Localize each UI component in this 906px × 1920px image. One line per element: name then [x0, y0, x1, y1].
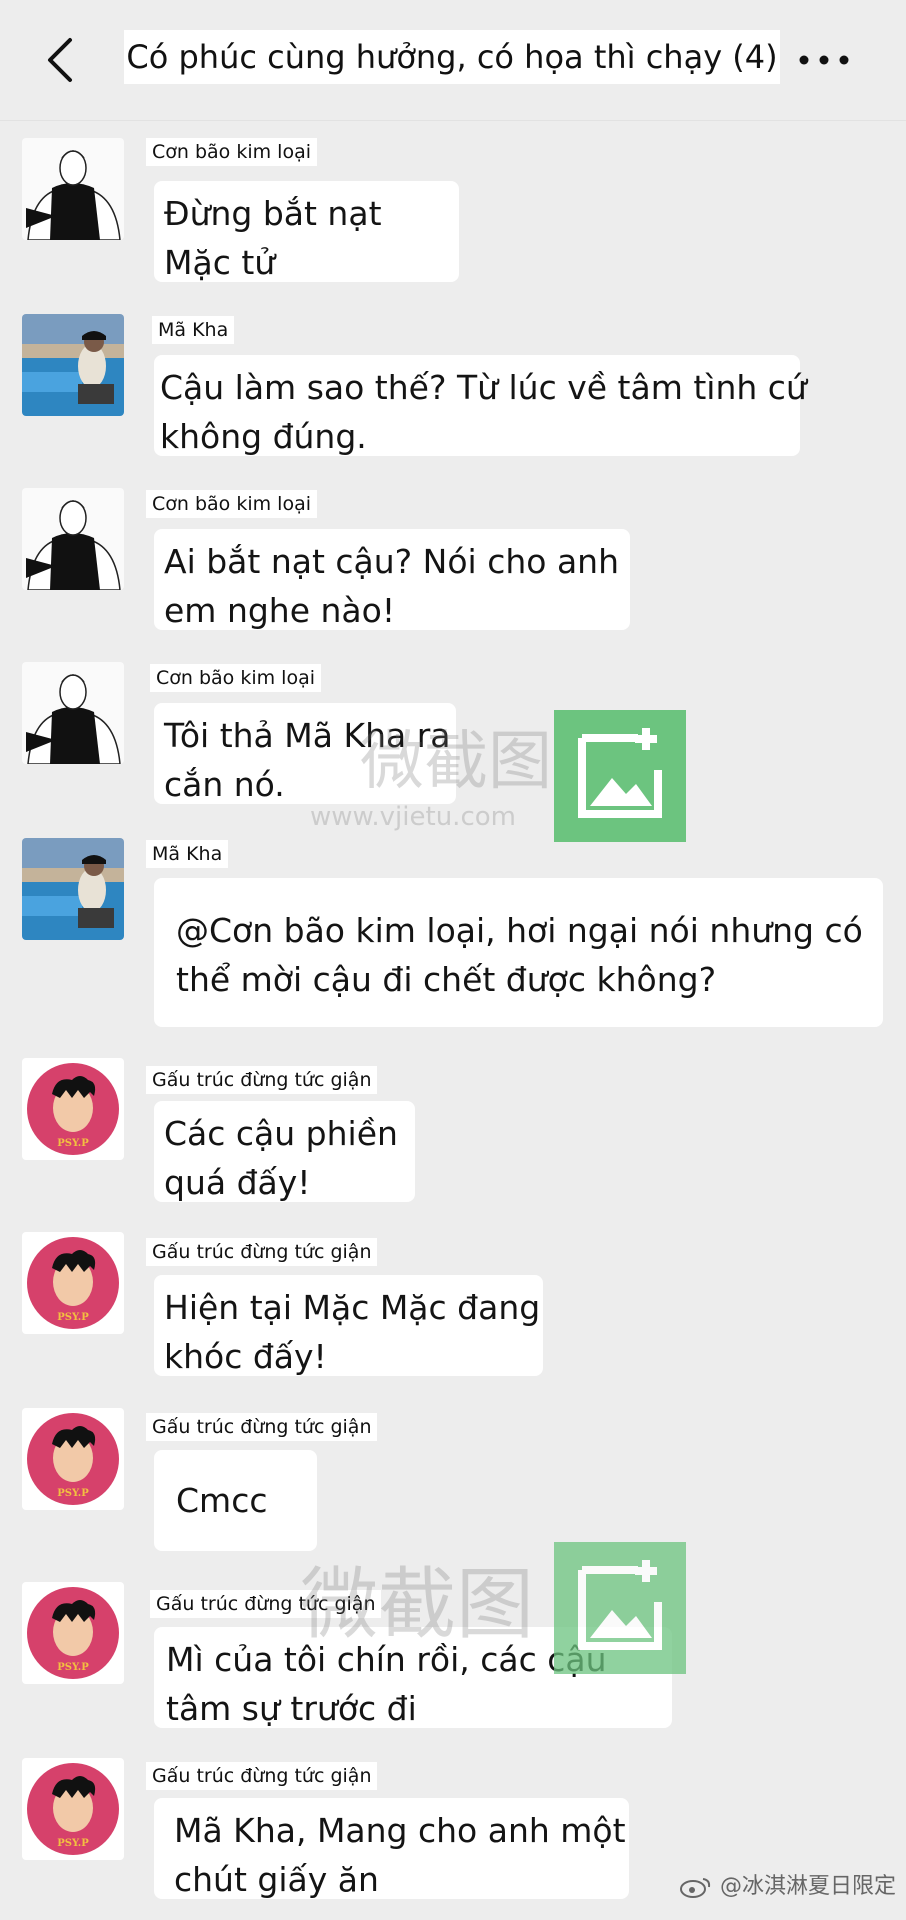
message-bubble[interactable]: Hiện tại Mặc Mặc đang khóc đấy!	[154, 1275, 543, 1376]
sender-name: Gấu trúc đừng tức giận	[146, 1413, 378, 1441]
message-line: Mã Kha, Mang cho anh một	[174, 1811, 626, 1850]
sender-name: Cơn bão kim loại	[146, 490, 317, 518]
sender-name: Mã Kha	[146, 840, 229, 868]
message-bubble[interactable]: @Cơn bão kim loại, hơi ngại nói nhưng có…	[154, 878, 883, 1027]
message-line: Cmcc	[176, 1481, 268, 1520]
message-line: tâm sự trước đi	[166, 1689, 417, 1728]
pool-photo-avatar[interactable]	[22, 838, 124, 940]
message-bubble[interactable]: Các cậu phiền quá đấy!	[154, 1101, 415, 1202]
sender-name: Cơn bão kim loại	[150, 664, 321, 692]
sketch-avatar[interactable]	[22, 488, 124, 590]
more-options-icon[interactable]	[796, 52, 852, 68]
sender-name: Gấu trúc đừng tức giận	[146, 1238, 378, 1266]
message-bubble[interactable]: Ai bắt nạt cậu? Nói cho anh em nghe nào!	[154, 529, 630, 630]
message-bubble[interactable]: Tôi thả Mã Kha ra cắn nó.	[154, 703, 456, 804]
pink-badge-avatar[interactable]: PSY.P	[22, 1408, 124, 1510]
message-line: chút giấy ăn	[174, 1860, 379, 1899]
svg-text:PSY.P: PSY.P	[57, 1312, 89, 1323]
sender-name: Cơn bão kim loại	[146, 138, 317, 166]
message-line: Cậu làm sao thế? Từ lúc về tâm tình cứ	[160, 368, 807, 407]
message-bubble[interactable]: Cậu làm sao thế? Từ lúc về tâm tình cứ k…	[154, 355, 807, 456]
chat-header: Có phúc cùng hưởng, có họa thì chạy (4)	[0, 0, 906, 121]
message-line: khóc đấy!	[164, 1337, 327, 1376]
weibo-icon	[679, 1878, 711, 1898]
sender-name: Gấu trúc đừng tức giận	[146, 1762, 378, 1790]
pink-badge-avatar[interactable]: PSY.P	[22, 1582, 124, 1684]
sender-name: Gấu trúc đừng tức giận	[146, 1066, 378, 1094]
sketch-avatar[interactable]	[22, 138, 124, 240]
message-line: thể mời cậu đi chết được không?	[176, 960, 717, 999]
message-line: Các cậu phiền	[164, 1114, 398, 1153]
corner-watermark-text: @冰淇淋夏日限定	[719, 1874, 896, 1899]
message-line: Tôi thả Mã Kha ra	[164, 716, 451, 755]
chat-title-box: Có phúc cùng hưởng, có họa thì chạy (4)	[124, 30, 780, 84]
message-bubble[interactable]: Đừng bắt nạt Mặc tử	[154, 181, 459, 282]
svg-text:PSY.P: PSY.P	[57, 1488, 89, 1499]
message-line: quá đấy!	[164, 1163, 311, 1202]
sender-name: Mã Kha	[152, 316, 235, 344]
chat-title: Có phúc cùng hưởng, có họa thì chạy (4)	[126, 38, 778, 76]
svg-text:PSY.P: PSY.P	[57, 1662, 89, 1673]
pink-badge-avatar[interactable]: PSY.P	[22, 1058, 124, 1160]
message-line: Mặc tử	[164, 243, 276, 282]
message-bubble[interactable]: Mã Kha, Mang cho anh một chút giấy ăn	[154, 1798, 629, 1899]
message-line: Ai bắt nạt cậu? Nói cho anh	[164, 542, 620, 581]
svg-text:PSY.P: PSY.P	[57, 1838, 89, 1849]
message-bubble[interactable]: Cmcc	[154, 1450, 317, 1551]
message-bubble[interactable]: Mì của tôi chín rồi, các cậu tâm sự trướ…	[154, 1627, 672, 1728]
back-arrow-icon[interactable]	[40, 34, 84, 86]
sender-name: Gấu trúc đừng tức giận	[150, 1590, 382, 1618]
pool-photo-avatar[interactable]	[22, 314, 124, 416]
pink-badge-avatar[interactable]: PSY.P	[22, 1232, 124, 1334]
message-line: em nghe nào!	[164, 591, 396, 630]
svg-text:PSY.P: PSY.P	[57, 1138, 89, 1149]
message-line: Mì của tôi chín rồi, các cậu	[166, 1640, 607, 1679]
message-line: cắn nó.	[164, 765, 285, 804]
watermark-image-icon	[554, 710, 686, 842]
pink-badge-avatar[interactable]: PSY.P	[22, 1758, 124, 1860]
message-line: Hiện tại Mặc Mặc đang	[164, 1288, 541, 1327]
corner-watermark: @冰淇淋夏日限定	[679, 1868, 896, 1900]
message-line: @Cơn bão kim loại, hơi ngại nói nhưng có	[176, 911, 863, 950]
sketch-avatar[interactable]	[22, 662, 124, 764]
message-line: Đừng bắt nạt	[164, 194, 382, 233]
message-line: không đúng.	[160, 417, 367, 456]
